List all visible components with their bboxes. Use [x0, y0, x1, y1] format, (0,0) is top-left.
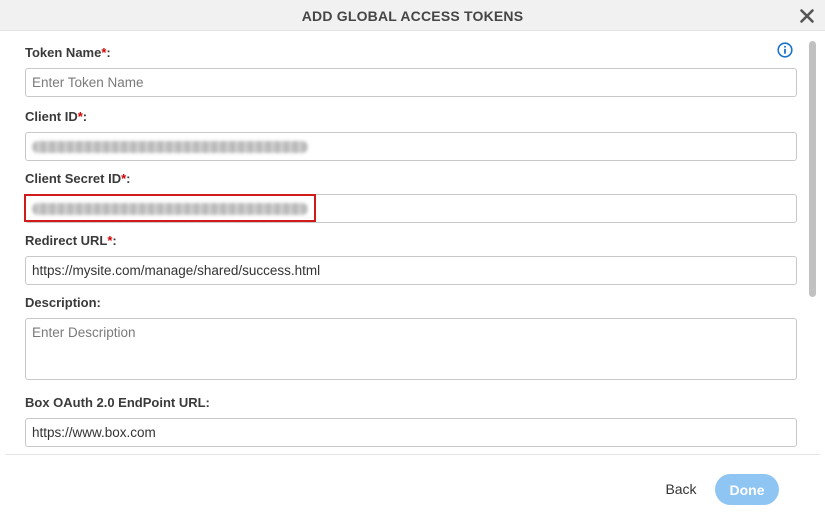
- client-id-label: Client ID*:: [25, 109, 87, 124]
- client-id-input[interactable]: [25, 132, 797, 161]
- add-global-access-tokens-dialog: ADD GLOBAL ACCESS TOKENS Token Name*: Cl…: [0, 0, 825, 519]
- token-name-label: Token Name*:: [25, 45, 111, 60]
- label-suffix: :: [112, 233, 117, 248]
- scrollbar-thumb[interactable]: [809, 41, 816, 297]
- label-suffix: :: [106, 45, 111, 60]
- label-suffix: :: [82, 109, 88, 124]
- dialog-title: ADD GLOBAL ACCESS TOKENS: [301, 8, 524, 24]
- token-name-label-text: Token Name: [25, 45, 102, 60]
- highlight-box: [24, 194, 316, 222]
- client-secret-id-label-text: Client Secret ID: [25, 171, 122, 186]
- dialog-body: Token Name*: Client ID*: Client Secret I…: [0, 31, 825, 453]
- box-oauth-endpoint-input[interactable]: [25, 418, 797, 447]
- redirect-url-label-text: Redirect URL: [25, 233, 108, 248]
- token-name-input[interactable]: [25, 68, 797, 97]
- back-button[interactable]: Back: [655, 474, 707, 504]
- box-oauth-endpoint-label: Box OAuth 2.0 EndPoint URL:: [25, 395, 210, 410]
- obscured-value: [32, 141, 308, 153]
- close-button[interactable]: [797, 6, 817, 26]
- description-textarea[interactable]: [25, 318, 797, 380]
- client-secret-id-label: Client Secret ID*:: [25, 171, 131, 186]
- close-icon: [800, 9, 814, 23]
- dialog-header: ADD GLOBAL ACCESS TOKENS: [0, 0, 825, 31]
- footer-divider: [5, 454, 820, 455]
- redirect-url-label: Redirect URL*:: [25, 233, 117, 248]
- client-id-label-text: Client ID: [25, 109, 78, 124]
- done-button[interactable]: Done: [715, 474, 779, 505]
- label-suffix: :: [126, 171, 131, 186]
- redirect-url-input[interactable]: [25, 256, 797, 285]
- info-icon[interactable]: [777, 42, 793, 58]
- description-label: Description:: [25, 295, 101, 310]
